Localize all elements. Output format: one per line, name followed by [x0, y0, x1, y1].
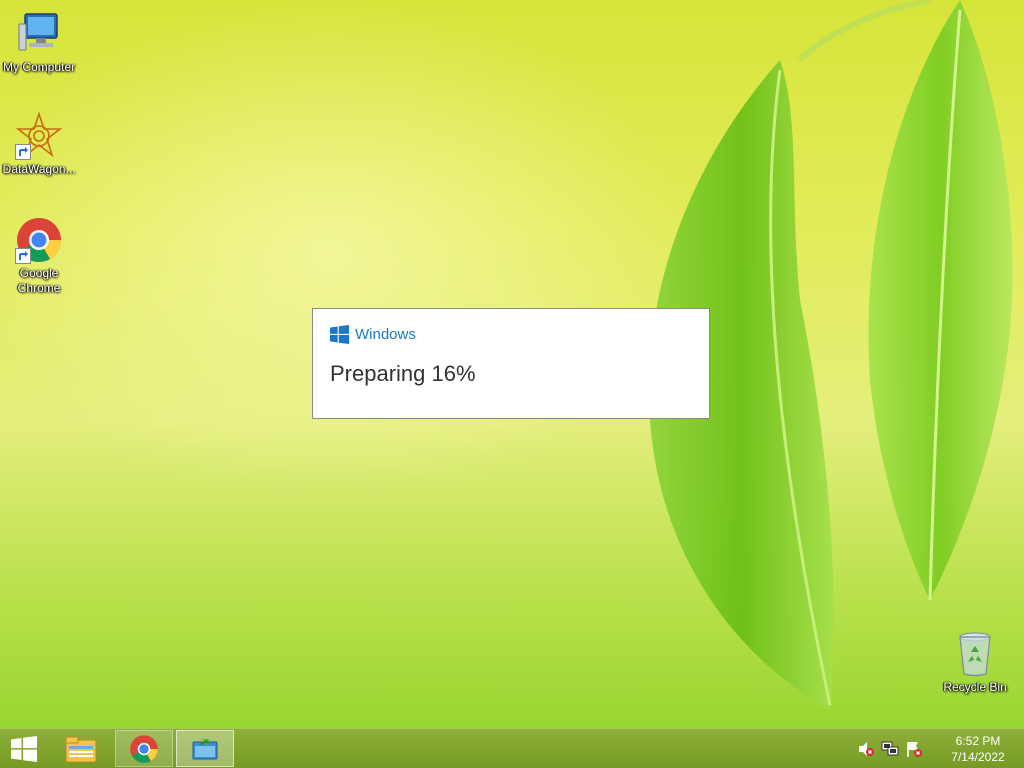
- action-center-flag-icon[interactable]: [905, 740, 923, 758]
- chrome-icon: [15, 216, 63, 264]
- dialog-status-text: Preparing 16%: [330, 361, 476, 386]
- volume-muted-icon[interactable]: [857, 740, 875, 758]
- taskbar-app-button[interactable]: [176, 730, 234, 767]
- clock[interactable]: 6:52 PM 7/14/2022: [932, 733, 1024, 765]
- desktop-icon-recycle-bin[interactable]: Recycle Bin: [936, 630, 1014, 695]
- desktop-icon-label: My Computer: [2, 60, 76, 74]
- desktop-icon-label: Google Chrome: [17, 266, 61, 295]
- desktop: My Computer DataWagon... Google Chrome R…: [0, 0, 1024, 768]
- chrome-icon: [130, 734, 158, 763]
- desktop-icon-label: DataWagon...: [2, 162, 76, 176]
- taskbar-chrome-button[interactable]: [115, 730, 173, 767]
- app-window-icon: [192, 738, 218, 759]
- datawagon-icon: [15, 111, 63, 160]
- desktop-icon-my-computer[interactable]: My Computer: [0, 10, 78, 75]
- desktop-icon-google-chrome[interactable]: Google Chrome: [0, 216, 78, 296]
- desktop-icon-datawagon[interactable]: DataWagon...: [0, 111, 78, 177]
- file-explorer-icon: [65, 736, 97, 762]
- taskbar: 6:52 PM 7/14/2022: [0, 728, 1024, 768]
- start-button[interactable]: [0, 730, 48, 767]
- desktop-icon-label: Recycle Bin: [943, 680, 1007, 694]
- clock-time: 6:52 PM: [955, 733, 1001, 748]
- shortcut-arrow-icon: [15, 248, 31, 264]
- clock-date: 7/14/2022: [951, 749, 1005, 764]
- preparing-dialog: Windows Preparing 16%: [312, 308, 710, 419]
- network-icon[interactable]: [881, 740, 899, 758]
- shortcut-arrow-icon: [15, 144, 31, 160]
- computer-icon: [15, 10, 63, 58]
- system-tray: 6:52 PM 7/14/2022: [854, 729, 1024, 768]
- recycle-bin-icon: [951, 630, 999, 678]
- taskbar-file-explorer-button[interactable]: [56, 730, 106, 767]
- dialog-brand-text: Windows: [355, 326, 416, 343]
- windows-logo-icon: [330, 325, 349, 344]
- dialog-brand: Windows: [330, 325, 416, 344]
- windows-start-icon: [11, 735, 37, 762]
